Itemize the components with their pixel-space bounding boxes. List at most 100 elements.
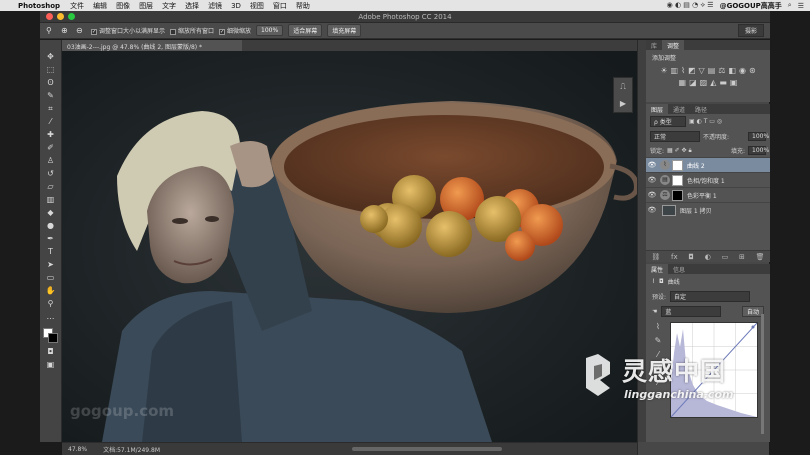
menu-help[interactable]: 帮助 <box>296 1 310 11</box>
curves-icon[interactable]: ⌇ <box>681 66 685 75</box>
filter-icons[interactable]: ▣ ◐ T ▭ ◎ <box>689 118 722 125</box>
eraser-tool-icon[interactable]: ▱ <box>44 182 58 192</box>
horizontal-scrollbar[interactable] <box>352 447 502 451</box>
quick-mask-icon[interactable]: ◘ <box>44 347 58 357</box>
layer-mask-thumbnail[interactable] <box>672 159 683 171</box>
document-canvas[interactable]: gogoup.com <box>62 51 637 442</box>
dodge-tool-icon[interactable]: ● <box>44 221 58 231</box>
list-icon[interactable]: ☰ <box>798 2 804 10</box>
layer-mask-thumbnail[interactable] <box>672 189 683 201</box>
layer-row-color-balance-1[interactable]: 👁︎ ⚖ 色彩平衡 1 <box>646 187 770 202</box>
status-zoom[interactable]: 47.8% <box>68 446 87 453</box>
layer-mask-thumbnail[interactable] <box>672 174 683 186</box>
more-tools-icon[interactable]: … <box>44 312 58 322</box>
layer-row-hue-saturation-1[interactable]: 👁︎ ▤ 色相/饱和度 1 <box>646 172 770 187</box>
clone-stamp-tool-icon[interactable]: ♙ <box>44 156 58 166</box>
search-icon[interactable]: ⌕ <box>788 1 792 10</box>
color-swatches[interactable] <box>42 328 59 344</box>
threshold-icon[interactable]: ◭ <box>710 78 716 87</box>
new-layer-icon[interactable]: ⊞ <box>739 253 745 261</box>
lock-icons[interactable]: ▦ ✐ ✥ 🔒︎ <box>667 147 692 155</box>
path-select-tool-icon[interactable]: ➤ <box>44 260 58 270</box>
zoom-tool-icon[interactable]: ⚲ <box>46 26 56 35</box>
layer-name[interactable]: 图层 1 拷贝 <box>680 206 712 215</box>
status-doc-size[interactable]: 文档:57.1M/249.8M <box>103 445 160 454</box>
brush-tool-icon[interactable]: ✐ <box>44 143 58 153</box>
pen-tool-icon[interactable]: ✒ <box>44 234 58 244</box>
background-color-swatch[interactable] <box>47 333 58 343</box>
gradient-tool-icon[interactable]: ▥ <box>44 195 58 205</box>
screen-mode-icon[interactable]: ▣ <box>44 360 58 370</box>
move-tool-icon[interactable]: ✥ <box>44 52 58 62</box>
opacity-input[interactable]: 100% <box>748 132 769 141</box>
menu-filter[interactable]: 滤镜 <box>208 1 222 11</box>
layer-thumbnail[interactable] <box>662 204 676 216</box>
menu-3d[interactable]: 3D <box>231 2 241 10</box>
channel-select[interactable]: 蓝 <box>661 306 722 317</box>
tab-info[interactable]: 信息 <box>668 264 690 274</box>
menu-edit[interactable]: 编辑 <box>93 1 107 11</box>
layer-row-curves-2[interactable]: 👁︎ ⌇ 曲线 2 <box>646 157 770 172</box>
histogram-panel-icon[interactable]: ⎍ <box>620 82 626 92</box>
zoom-100-button[interactable]: 100% <box>256 25 284 36</box>
resize-windows-option[interactable]: ✓ 调整窗口大小以满屏显示 <box>91 26 165 35</box>
visibility-eye-icon[interactable]: 👁︎ <box>646 176 658 184</box>
add-mask-icon[interactable]: ◘ <box>688 253 694 261</box>
lasso-tool-icon[interactable]: ʘ <box>44 78 58 88</box>
hand-tool-icon[interactable]: ✋ <box>44 286 58 296</box>
invert-icon[interactable]: ◪ <box>689 78 697 87</box>
layer-row-layer-1-copy[interactable]: 👁︎ 图层 1 拷贝 <box>646 202 770 217</box>
tab-layers[interactable]: 图层 <box>646 104 669 114</box>
visibility-eye-icon[interactable]: 👁︎ <box>646 191 658 199</box>
photo-filter-icon[interactable]: ◉ <box>739 66 746 75</box>
curve-point[interactable] <box>751 325 755 329</box>
status-icons[interactable]: ◉ ◐ ▤ ◔ ⟡ ☰ <box>667 1 714 10</box>
layer-name[interactable]: 曲线 2 <box>687 161 705 170</box>
checkbox-icon[interactable] <box>170 28 177 35</box>
scrubby-zoom-option[interactable]: ✓ 细微缩放 <box>219 26 251 35</box>
new-group-icon[interactable]: ▭ <box>722 253 729 261</box>
zoom-tool-sidebar-icon[interactable]: ⚲ <box>44 299 58 309</box>
blur-tool-icon[interactable]: ◆ <box>44 208 58 218</box>
layer-style-icon[interactable]: fx <box>671 253 678 261</box>
menu-layer[interactable]: 图层 <box>139 1 153 11</box>
menu-image[interactable]: 图像 <box>116 1 130 11</box>
hue-saturation-icon[interactable]: ▤ <box>708 66 716 75</box>
zoom-all-option[interactable]: 缩放所有窗口 <box>170 26 214 35</box>
crop-tool-icon[interactable]: ⌗ <box>44 104 58 114</box>
draw-curve-icon[interactable]: ✎ <box>655 336 662 345</box>
preset-select[interactable]: 自定 <box>670 291 751 302</box>
history-brush-tool-icon[interactable]: ↺ <box>44 169 58 179</box>
tab-adjustments[interactable]: 调整 <box>662 40 685 50</box>
play-actions-icon[interactable]: ▶ <box>620 99 626 108</box>
vibrance-icon[interactable]: ▽ <box>699 66 705 75</box>
layer-name[interactable]: 色彩平衡 1 <box>687 191 717 200</box>
tab-properties[interactable]: 属性 <box>646 264 669 274</box>
checkbox-checked-icon[interactable]: ✓ <box>219 28 226 35</box>
gradient-map-icon[interactable]: ▬ <box>719 78 727 87</box>
fill-input[interactable]: 100% <box>748 146 769 155</box>
zoom-in-icon[interactable]: ⊕ <box>61 26 71 35</box>
app-menu[interactable]: Photoshop <box>18 2 60 10</box>
posterize-icon[interactable]: ▨ <box>700 78 708 87</box>
tab-channels[interactable]: 通道 <box>668 104 690 114</box>
brightness-contrast-icon[interactable]: ☀ <box>660 66 667 75</box>
menu-file[interactable]: 文件 <box>70 1 84 11</box>
fit-screen-button[interactable]: 适合屏幕 <box>288 24 323 37</box>
eyedropper-tool-icon[interactable]: ⁄ <box>44 117 58 127</box>
menubar-user[interactable]: @GOGOUP高高手 <box>720 1 782 11</box>
link-layers-icon[interactable]: ⛓ <box>651 253 660 261</box>
menu-type[interactable]: 文字 <box>162 1 176 11</box>
layer-kind-filter[interactable]: ρ 类型 <box>650 116 686 127</box>
zoom-out-icon[interactable]: ⊖ <box>76 26 86 35</box>
edit-points-icon[interactable]: ⌇ <box>656 322 660 331</box>
color-lookup-icon[interactable]: ▦ <box>679 78 687 87</box>
fill-screen-button[interactable]: 填充屏幕 <box>327 24 362 37</box>
menu-window[interactable]: 窗口 <box>273 1 287 11</box>
quick-select-tool-icon[interactable]: ✎ <box>44 91 58 101</box>
menu-view[interactable]: 视图 <box>250 1 264 11</box>
delete-layer-icon[interactable]: 🗑︎ <box>756 253 765 261</box>
document-tab[interactable]: 03油画-2---.jpg @ 47.8% (曲线 2, 图层蒙版/8) * <box>62 40 242 51</box>
layer-name[interactable]: 色相/饱和度 1 <box>687 176 725 185</box>
checkbox-checked-icon[interactable]: ✓ <box>91 28 97 35</box>
